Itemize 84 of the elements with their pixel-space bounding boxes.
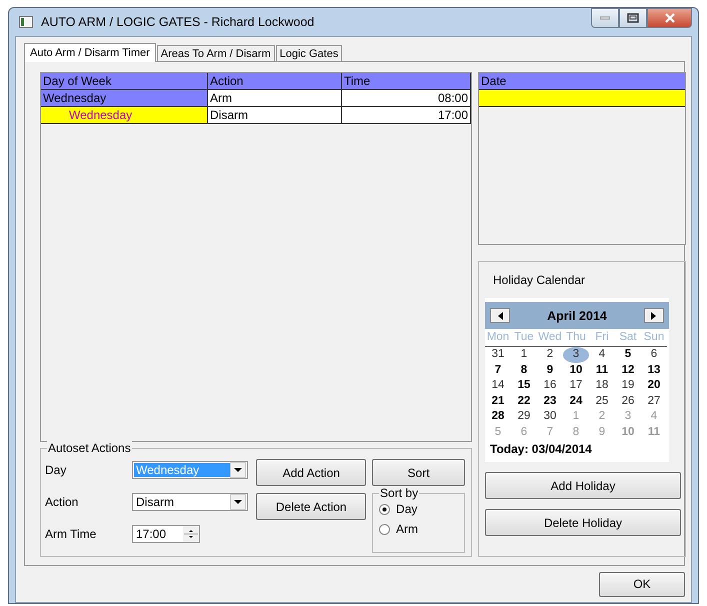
group-title: Holiday Calendar <box>492 272 586 289</box>
time-spinner[interactable]: 17:00 <box>132 525 200 543</box>
spin-arrows-icon <box>183 526 199 542</box>
table-cell[interactable]: Arm <box>208 90 342 107</box>
calendar-day[interactable]: 16 <box>537 378 563 394</box>
calendar-day[interactable]: 23 <box>537 394 563 409</box>
next-month-button[interactable] <box>644 308 664 323</box>
minimize-icon <box>600 16 610 20</box>
tab[interactable]: Areas To Arm / Disarm <box>156 45 275 61</box>
action-button[interactable]: Delete Action <box>256 493 366 520</box>
restore-icon <box>627 13 639 23</box>
calendar-day[interactable]: 31 <box>485 347 511 362</box>
right-arrow-icon <box>651 312 656 320</box>
table-row[interactable] <box>479 90 685 107</box>
calendar-day[interactable]: 4 <box>589 347 615 362</box>
ok-button[interactable]: OK <box>599 572 685 596</box>
tab[interactable]: Auto Arm / Disarm Timer <box>24 43 156 62</box>
calendar-day[interactable]: 15 <box>511 378 537 394</box>
tab[interactable]: Logic Gates <box>276 45 342 61</box>
radio-option[interactable]: Day <box>379 502 460 516</box>
calendar-day[interactable]: 13 <box>641 362 667 378</box>
sort-button[interactable]: Sort <box>372 459 465 486</box>
calendar-day[interactable]: 25 <box>589 394 615 409</box>
calendar-day[interactable]: 14 <box>485 378 511 394</box>
weekday-label: Mon <box>485 331 511 347</box>
column-header[interactable]: Day of Week <box>41 73 208 90</box>
calendar-day[interactable]: 27 <box>641 394 667 409</box>
left-arrow-icon <box>498 312 502 320</box>
previous-month-button[interactable] <box>490 308 510 323</box>
dropdown-arrow-icon <box>234 500 242 504</box>
holiday-button[interactable]: Add Holiday <box>485 472 681 499</box>
window-title: AUTO ARM / LOGIC GATES - Richard Lockwood <box>41 15 314 29</box>
holiday-button[interactable]: Delete Holiday <box>485 509 681 536</box>
calendar-day[interactable]: 19 <box>615 378 641 394</box>
calendar-day[interactable]: 28 <box>485 409 511 424</box>
table-cell[interactable]: Wednesday <box>41 90 208 107</box>
calendar-day[interactable]: 2 <box>537 347 563 362</box>
calendar-day[interactable]: 12 <box>615 362 641 378</box>
action-button[interactable]: Add Action <box>256 459 366 486</box>
calendar-day[interactable]: 6 <box>641 347 667 362</box>
calendar-day[interactable]: 21 <box>485 394 511 409</box>
group-title: Autoset Actions <box>47 441 132 455</box>
dropdown-arrow-icon <box>234 468 242 472</box>
column-header[interactable]: Action <box>208 73 342 90</box>
calendar-day[interactable]: 22 <box>511 394 537 409</box>
weekday-label: Wed <box>537 331 563 347</box>
column-header[interactable]: Time <box>342 73 471 90</box>
table-cell[interactable]: Disarm <box>208 107 342 124</box>
weekday-label: Fri <box>589 331 615 347</box>
weekday-label: Sat <box>615 331 641 347</box>
calendar-day[interactable]: 11 <box>589 362 615 378</box>
calendar-day[interactable]: 8 <box>511 362 537 378</box>
column-header[interactable]: Date <box>479 73 685 90</box>
minimize-button[interactable] <box>591 8 619 28</box>
calendar-day[interactable]: 18 <box>589 378 615 394</box>
table-cell[interactable]: Wednesday <box>41 107 208 124</box>
field-label: Arm Time <box>45 527 98 541</box>
month-title: April 2014 <box>547 308 607 322</box>
calendar-day[interactable]: 17 <box>563 378 589 394</box>
close-icon <box>664 13 676 23</box>
calendar-day[interactable]: 29 <box>511 409 537 424</box>
calendar-day[interactable]: 1 <box>511 347 537 362</box>
field-label: Action <box>45 495 80 509</box>
calendar-day[interactable]: 10 <box>563 362 589 378</box>
weekday-label: Tue <box>511 331 537 347</box>
calendar-day[interactable]: 5 <box>615 347 641 362</box>
calendar-day[interactable]: 30 <box>537 409 563 424</box>
calendar-day[interactable]: 7 <box>485 362 511 378</box>
radio-option[interactable]: Arm <box>379 522 460 536</box>
table-cell[interactable]: 17:00 <box>342 107 471 124</box>
calendar-day[interactable]: 24 <box>563 394 589 409</box>
group-title: Sort by <box>379 486 420 500</box>
calendar-day[interactable]: 20 <box>641 378 667 394</box>
app-icon <box>19 16 33 28</box>
close-button[interactable] <box>647 8 692 28</box>
today-label[interactable]: Today: 03/04/2014 <box>485 440 669 456</box>
maximize-button[interactable] <box>619 8 647 28</box>
calendar-day[interactable]: 9 <box>537 362 563 378</box>
table-cell[interactable]: 08:00 <box>342 90 471 107</box>
dropdown[interactable]: Disarm <box>132 493 248 511</box>
weekday-label: Sun <box>641 331 667 347</box>
calendar-day[interactable]: 3 <box>563 347 589 362</box>
calendar-day[interactable]: 26 <box>615 394 641 409</box>
field-label: Day <box>45 463 68 477</box>
